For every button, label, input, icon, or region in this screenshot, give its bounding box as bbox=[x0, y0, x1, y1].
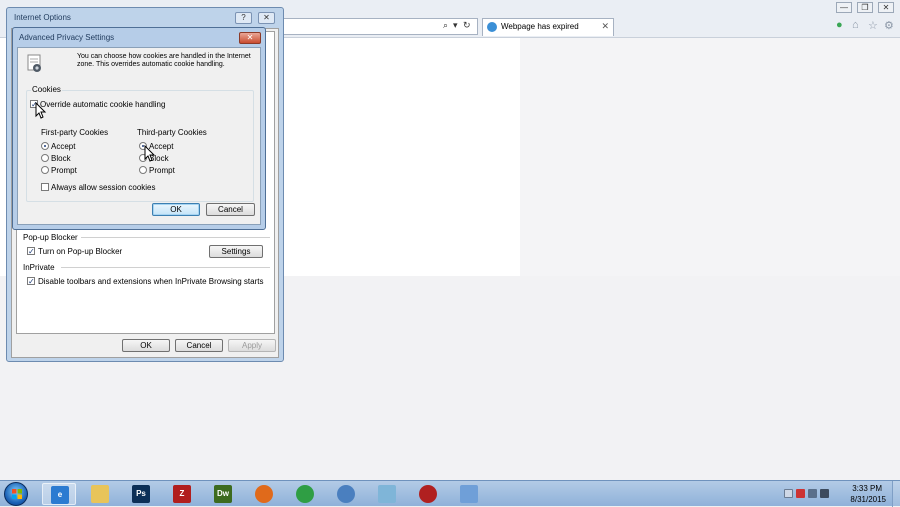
tab-label: Webpage has expired bbox=[501, 22, 579, 31]
tray-arrow-icon[interactable] bbox=[784, 489, 793, 498]
first-party-accept-label: Accept bbox=[51, 142, 76, 151]
browser-tab[interactable]: Webpage has expired ✕ bbox=[482, 18, 614, 36]
override-cookie-label: Override automatic cookie handling bbox=[40, 100, 166, 109]
search-icon[interactable]: ⌕ bbox=[443, 20, 448, 31]
back-forward-icon[interactable]: ● bbox=[836, 19, 843, 31]
taskbar-dreamweaver-button[interactable]: Dw bbox=[206, 483, 240, 505]
taskbar-camtasia-recorder-button[interactable] bbox=[411, 483, 445, 505]
first-party-prompt-radio[interactable] bbox=[41, 166, 49, 174]
network-icon[interactable] bbox=[808, 489, 817, 498]
start-button[interactable] bbox=[4, 482, 28, 506]
restore-button[interactable]: ❐ bbox=[857, 2, 873, 13]
clock-date[interactable]: 8/31/2015 bbox=[850, 495, 886, 504]
cookies-group: Cookies ✓ Override automatic cookie hand… bbox=[26, 85, 254, 202]
system-tray: 3:33 PM 8/31/2015 bbox=[770, 481, 900, 507]
windows-logo-icon bbox=[12, 489, 22, 499]
session-cookies-checkbox[interactable] bbox=[41, 183, 49, 191]
popup-blocker-checkbox[interactable]: ✓ bbox=[27, 247, 35, 256]
address-bar[interactable]: ⌕ ▾ ↻ bbox=[282, 18, 478, 35]
privacy-ok-button[interactable]: OK bbox=[152, 203, 200, 216]
show-desktop-button[interactable] bbox=[892, 481, 900, 507]
first-party-block-radio[interactable] bbox=[41, 154, 49, 162]
dreamweaver-icon: Dw bbox=[214, 485, 232, 503]
taskbar-photoshop-button[interactable]: Ps bbox=[124, 483, 158, 505]
ie-page-icon bbox=[487, 22, 497, 32]
taskbar-firefox-button[interactable] bbox=[247, 483, 281, 505]
help-button[interactable]: ? bbox=[235, 12, 252, 24]
camtasia-recorder-icon bbox=[419, 485, 437, 503]
gear-icon[interactable]: ⚙ bbox=[884, 19, 894, 32]
divider bbox=[81, 237, 270, 238]
inprivate-heading: InPrivate bbox=[23, 263, 55, 272]
taskbar-document-button[interactable] bbox=[452, 483, 486, 505]
internet-options-title: Internet Options bbox=[14, 13, 71, 22]
taskbar-notes-app-button[interactable] bbox=[370, 483, 404, 505]
notes-app-icon bbox=[378, 485, 396, 503]
internet-explorer-icon: e bbox=[51, 486, 69, 504]
third-party-prompt-radio[interactable] bbox=[139, 166, 147, 174]
advanced-privacy-title: Advanced Privacy Settings bbox=[19, 33, 115, 42]
photoshop-icon: Ps bbox=[132, 485, 150, 503]
file-explorer-icon bbox=[91, 485, 109, 503]
firefox-icon bbox=[255, 485, 273, 503]
dropdown-icon[interactable]: ▾ bbox=[453, 20, 458, 31]
mouse-cursor-icon bbox=[35, 102, 47, 119]
tab-close-icon[interactable]: ✕ bbox=[601, 21, 609, 32]
cancel-button[interactable]: Cancel bbox=[175, 339, 223, 352]
taskbar-internet-explorer-button[interactable]: e bbox=[42, 483, 76, 505]
cookies-legend: Cookies bbox=[31, 85, 62, 94]
advanced-privacy-body: You can choose how cookies are handled i… bbox=[17, 47, 261, 225]
privacy-cancel-button[interactable]: Cancel bbox=[206, 203, 255, 216]
close-button[interactable]: ✕ bbox=[878, 2, 894, 13]
session-cookies-label: Always allow session cookies bbox=[51, 183, 156, 192]
divider bbox=[61, 267, 270, 268]
filezilla-icon: Z bbox=[173, 485, 191, 503]
inprivate-label: Disable toolbars and extensions when InP… bbox=[38, 277, 264, 286]
popup-blocker-label: Turn on Pop-up Blocker bbox=[38, 247, 123, 256]
third-party-heading: Third-party Cookies bbox=[137, 128, 207, 137]
popup-blocker-heading: Pop-up Blocker bbox=[23, 233, 78, 242]
first-party-accept-radio[interactable] bbox=[41, 142, 49, 150]
refresh-icon[interactable]: ↻ bbox=[463, 20, 471, 31]
advanced-privacy-description: You can choose how cookies are handled i… bbox=[77, 53, 251, 68]
favorites-icon[interactable]: ☆ bbox=[868, 19, 878, 32]
clock-time[interactable]: 3:33 PM bbox=[852, 484, 882, 493]
advanced-privacy-dialog: Advanced Privacy Settings ✕ You can choo… bbox=[12, 27, 266, 230]
first-party-heading: First-party Cookies bbox=[41, 128, 109, 137]
taskbar-filezilla-button[interactable]: Z bbox=[165, 483, 199, 505]
taskbar-chrome-button[interactable] bbox=[288, 483, 322, 505]
home-icon[interactable]: ⌂ bbox=[852, 19, 859, 31]
privacy-icon bbox=[27, 54, 41, 72]
volume-icon[interactable] bbox=[820, 489, 829, 498]
popup-settings-button[interactable]: Settings bbox=[209, 245, 263, 258]
page-content-right bbox=[520, 38, 900, 276]
action-center-icon[interactable] bbox=[796, 489, 805, 498]
ok-button[interactable]: OK bbox=[122, 339, 170, 352]
inprivate-checkbox[interactable]: ✓ bbox=[27, 277, 35, 286]
first-party-prompt-label: Prompt bbox=[51, 166, 77, 175]
taskbar-file-explorer-button[interactable] bbox=[83, 483, 117, 505]
apply-button[interactable]: Apply bbox=[228, 339, 276, 352]
minimize-button[interactable]: — bbox=[836, 2, 852, 13]
taskbar-safari-button[interactable] bbox=[329, 483, 363, 505]
internet-options-close-button[interactable]: ✕ bbox=[258, 12, 275, 24]
chrome-icon bbox=[296, 485, 314, 503]
first-party-block-label: Block bbox=[51, 154, 71, 163]
document-icon bbox=[460, 485, 478, 503]
third-party-prompt-label: Prompt bbox=[149, 166, 175, 175]
taskbar: e Ps Z Dw 3:33 PM 8/31/2015 bbox=[0, 480, 900, 507]
mouse-cursor-icon bbox=[144, 145, 156, 162]
safari-icon bbox=[337, 485, 355, 503]
advanced-privacy-close-button[interactable]: ✕ bbox=[239, 32, 261, 44]
